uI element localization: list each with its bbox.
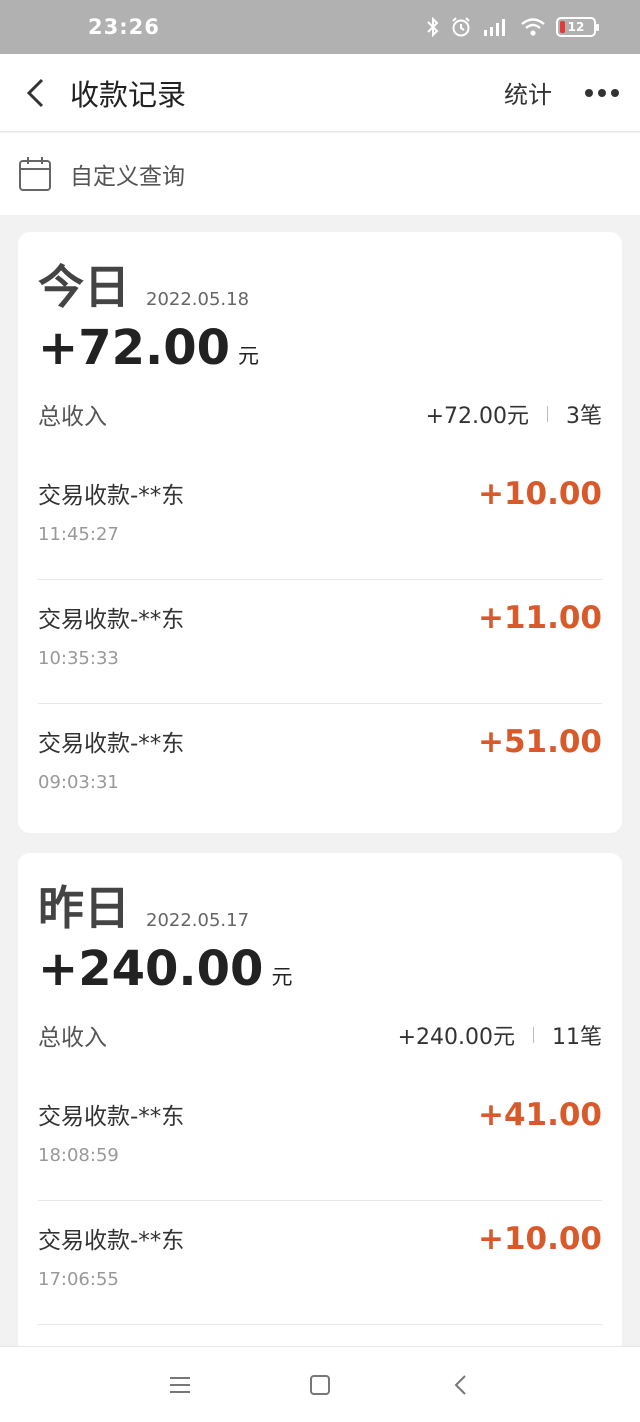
calendar-icon [19, 157, 51, 191]
status-icons: 12 [426, 16, 599, 38]
transaction-row[interactable]: 交易收款-**东 09:03:31 +51.00 [38, 704, 602, 828]
page-title: 收款记录 [70, 77, 187, 112]
more-dots-icon [585, 88, 619, 97]
summary-count: 3笔 [566, 404, 602, 429]
day-date: 2022.05.17 [146, 910, 250, 931]
status-time: 23:26 [88, 15, 160, 39]
system-back-button[interactable] [440, 1365, 480, 1405]
more-button[interactable] [582, 73, 622, 113]
divider [533, 1027, 534, 1043]
summary-amount: +240.00元 [397, 1025, 515, 1050]
day-card-yesterday: 昨日 2022.05.17 +240.00 元 总收入 +240.00元 11笔… [18, 853, 622, 1373]
transaction-row[interactable]: 交易收款-**东 10:35:33 +11.00 [38, 580, 602, 704]
transaction-title: 交易收款-**东 [38, 1228, 185, 1254]
transaction-time: 09:03:31 [38, 772, 119, 793]
day-total-amount: +240.00 [38, 941, 264, 997]
summary-count: 11笔 [552, 1025, 602, 1050]
transaction-title: 交易收款-**东 [38, 1104, 185, 1130]
transaction-title: 交易收款-**东 [38, 731, 185, 757]
app-header: 收款记录 统计 [0, 54, 640, 132]
bluetooth-icon [427, 17, 439, 37]
transaction-row[interactable]: 交易收款-**东 18:08:59 +41.00 [38, 1077, 602, 1201]
transaction-time: 11:45:27 [38, 524, 119, 545]
transaction-title: 交易收款-**东 [38, 607, 185, 633]
home-square-icon [310, 1374, 330, 1395]
home-button[interactable] [300, 1365, 340, 1405]
day-total-amount: +72.00 [38, 320, 231, 376]
transaction-amount: +11.00 [477, 600, 602, 636]
signal-icon [484, 19, 505, 36]
divider [547, 406, 548, 422]
wifi-icon [521, 18, 545, 36]
transaction-amount: +10.00 [477, 476, 602, 512]
alarm-icon [452, 17, 470, 37]
summary-row: 总收入 +240.00元 11笔 [38, 993, 602, 1077]
day-label: 今日 [38, 260, 130, 314]
custom-query-label: 自定义查询 [70, 164, 185, 190]
transaction-row[interactable]: 交易收款-**东 17:06:55 +10.00 [38, 1201, 602, 1325]
system-nav-bar [0, 1346, 640, 1422]
amount-unit: 元 [238, 344, 260, 368]
battery-icon: 12 [556, 17, 599, 37]
menu-icon [170, 1376, 190, 1393]
custom-query-button[interactable]: 自定义查询 [0, 133, 640, 215]
day-card-today: 今日 2022.05.18 +72.00 元 总收入 +72.00元 3笔 交易… [18, 232, 622, 833]
transaction-time: 18:08:59 [38, 1145, 119, 1166]
transaction-row[interactable]: 交易收款-**东 11:45:27 +10.00 [38, 456, 602, 580]
battery-level: 12 [567, 20, 585, 34]
transaction-time: 10:35:33 [38, 648, 119, 669]
back-triangle-icon [454, 1374, 466, 1395]
chevron-left-icon [26, 78, 44, 107]
status-bar: 23:26 12 [0, 0, 640, 54]
transaction-title: 交易收款-**东 [38, 483, 185, 509]
transaction-amount: +10.00 [477, 1221, 602, 1257]
statistics-button[interactable]: 统计 [504, 75, 552, 110]
day-label: 昨日 [38, 881, 130, 935]
back-button[interactable] [0, 54, 70, 132]
transaction-amount: +51.00 [477, 724, 602, 760]
summary-label: 总收入 [38, 404, 107, 430]
amount-unit: 元 [271, 965, 293, 989]
summary-row: 总收入 +72.00元 3笔 [38, 372, 602, 456]
day-date: 2022.05.18 [146, 289, 250, 310]
summary-label: 总收入 [38, 1025, 107, 1051]
summary-amount: +72.00元 [425, 404, 529, 429]
transaction-amount: +41.00 [477, 1097, 602, 1133]
transaction-time: 17:06:55 [38, 1269, 119, 1290]
menu-button[interactable] [160, 1365, 200, 1405]
